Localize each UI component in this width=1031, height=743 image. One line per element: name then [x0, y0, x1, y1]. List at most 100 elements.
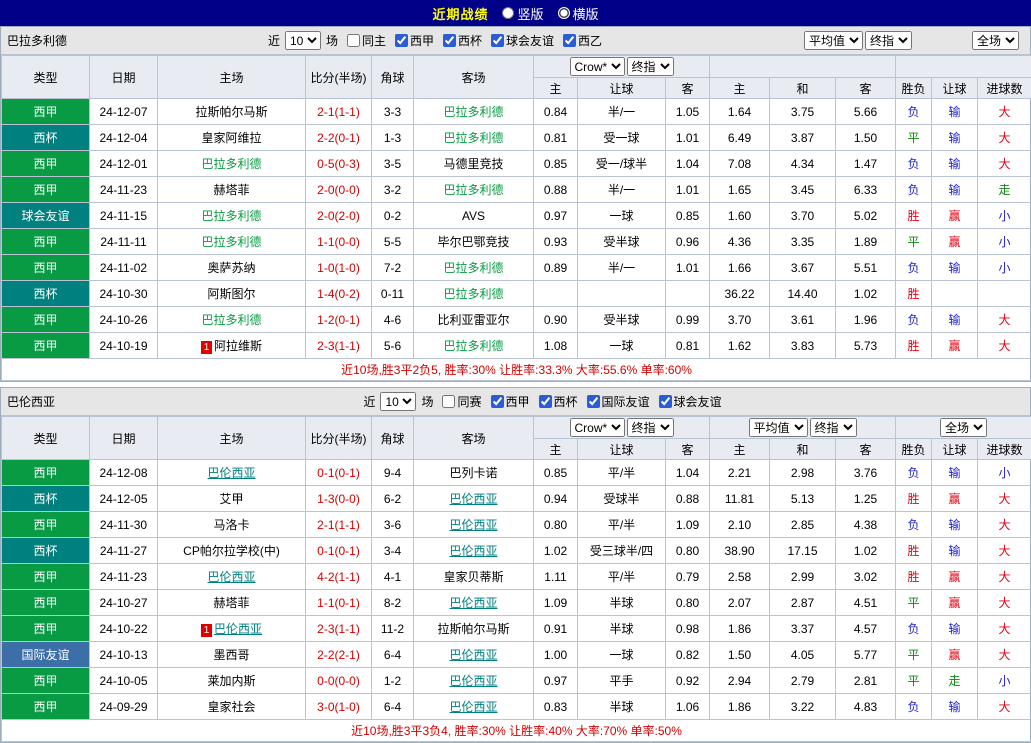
subcolumn-header: 进球数: [978, 439, 1031, 460]
odds-home-cell: 1.02: [534, 538, 578, 564]
corners-cell: 6-4: [372, 694, 414, 720]
match-row: 西甲24-11-30马洛卡2-1(1-1)3-6巴伦西亚0.80平/半1.092…: [2, 512, 1031, 538]
focus-team-link[interactable]: 巴伦西亚: [449, 648, 497, 662]
focus-team-link[interactable]: 巴伦西亚: [449, 700, 497, 714]
odds-away-cell: 1.04: [666, 460, 710, 486]
filter-checkbox-0[interactable]: 同主: [347, 32, 386, 49]
focus-team-link[interactable]: 巴拉多利德: [201, 209, 261, 223]
filter-checkbox-input-2[interactable]: [539, 395, 552, 408]
filter-checkbox-input-2[interactable]: [443, 34, 456, 47]
avg-source-select[interactable]: 平均值: [804, 31, 863, 50]
focus-team-link[interactable]: 巴伦西亚: [449, 596, 497, 610]
summary-row: 近10场,胜3平3负4, 胜率:30% 让胜率:40% 大率:70% 单率:50…: [2, 720, 1031, 742]
focus-team-link[interactable]: 巴拉多利德: [201, 235, 261, 249]
subcolumn-header: 让球: [932, 78, 978, 99]
focus-team-link[interactable]: 巴拉多利德: [201, 157, 261, 171]
filter-checkbox-3[interactable]: 国际友谊: [587, 393, 650, 410]
focus-team-link[interactable]: 巴拉多利德: [443, 105, 503, 119]
odds-home-cell: 0.93: [534, 229, 578, 255]
score-cell: 2-3(1-1): [306, 333, 372, 359]
focus-team-link[interactable]: 巴伦西亚: [449, 518, 497, 532]
filter-checkbox-input-4[interactable]: [659, 395, 672, 408]
league-type-cell: 西杯: [2, 538, 90, 564]
focus-team-link[interactable]: 巴拉多利德: [443, 287, 503, 301]
date-cell: 24-10-30: [90, 281, 158, 307]
odds-source-select[interactable]: Crow*: [570, 418, 625, 437]
page-title: 近期战绩: [432, 4, 488, 23]
focus-team-link[interactable]: 巴伦西亚: [207, 466, 255, 480]
odds-time-select[interactable]: 终指: [627, 57, 674, 76]
focus-team-link[interactable]: 巴拉多利德: [443, 131, 503, 145]
goals-result-cell: 大: [978, 99, 1031, 125]
filter-checkbox-input-1[interactable]: [395, 34, 408, 47]
away-team-cell: 巴拉多利德: [414, 125, 534, 151]
focus-team-link[interactable]: 巴伦西亚: [449, 544, 497, 558]
focus-team-link[interactable]: 巴拉多利德: [201, 313, 261, 327]
filter-checkbox-label: 西甲: [506, 393, 530, 410]
odds-away-cell: [666, 281, 710, 307]
focus-team-link[interactable]: 巴拉多利德: [443, 261, 503, 275]
odds-home-cell: 1.00: [534, 642, 578, 668]
date-cell: 24-10-05: [90, 668, 158, 694]
date-cell: 24-12-07: [90, 99, 158, 125]
avg-time-select[interactable]: 终指: [865, 31, 912, 50]
match-count-select[interactable]: 10: [285, 31, 321, 50]
date-cell: 24-11-27: [90, 538, 158, 564]
league-type-cell: 西甲: [2, 229, 90, 255]
odds-selects-cell: Crow*终指: [534, 56, 710, 78]
goals-result-cell: 小: [978, 229, 1031, 255]
scope-select[interactable]: 全场: [940, 418, 987, 437]
focus-team-link[interactable]: 巴伦西亚: [449, 674, 497, 688]
filter-checkbox-3[interactable]: 球会友谊: [491, 32, 554, 49]
avg-draw-cell: 5.13: [770, 486, 836, 512]
focus-team-link[interactable]: 巴拉多利德: [443, 339, 503, 353]
filter-checkbox-0[interactable]: 同赛: [442, 393, 481, 410]
avg-source-select[interactable]: 平均值: [749, 418, 808, 437]
avg-home-cell: 1.86: [710, 616, 770, 642]
team-section: 巴拉多利德近10场同主西甲西杯球会友谊西乙平均值终指全场类型日期主场比分(半场)…: [0, 26, 1031, 382]
filter-checkbox-4[interactable]: 西乙: [563, 32, 602, 49]
odds-handicap-cell: 平/半: [578, 512, 666, 538]
corners-cell: 9-4: [372, 460, 414, 486]
filter-checkbox-2[interactable]: 西杯: [443, 32, 482, 49]
filter-checkbox-input-0[interactable]: [347, 34, 360, 47]
horizontal-layout-radio[interactable]: [558, 7, 570, 19]
corners-cell: 6-4: [372, 642, 414, 668]
league-type-cell: 国际友谊: [2, 642, 90, 668]
vertical-layout-radio[interactable]: [502, 7, 514, 19]
home-team-cell: 巴拉多利德: [158, 151, 306, 177]
filter-checkbox-input-3[interactable]: [587, 395, 600, 408]
odds-away-cell: 0.82: [666, 642, 710, 668]
filter-checkbox-1[interactable]: 西甲: [491, 393, 530, 410]
avg-home-cell: 4.36: [710, 229, 770, 255]
focus-team-link[interactable]: 巴拉多利德: [443, 183, 503, 197]
subcolumn-header: 客: [666, 78, 710, 99]
scope-select[interactable]: 全场: [972, 31, 1019, 50]
filter-checkbox-input-1[interactable]: [491, 395, 504, 408]
filter-checkbox-4[interactable]: 球会友谊: [659, 393, 722, 410]
home-team-cell: 赫塔菲: [158, 590, 306, 616]
filter-checkbox-input-3[interactable]: [491, 34, 504, 47]
filter-checkbox-input-4[interactable]: [563, 34, 576, 47]
match-result-cell: 负: [896, 99, 932, 125]
team-name: 拉斯帕尔马斯: [195, 105, 267, 119]
filter-checkbox-2[interactable]: 西杯: [539, 393, 578, 410]
odds-source-select[interactable]: Crow*: [570, 57, 625, 76]
odds-away-cell: 0.98: [666, 616, 710, 642]
avg-time-select[interactable]: 终指: [810, 418, 857, 437]
match-count-select[interactable]: 10: [380, 392, 416, 411]
layout-option-vertical[interactable]: 竖版: [502, 4, 543, 23]
match-row: 西杯24-10-30阿斯图尔1-4(0-2)0-11巴拉多利德36.2214.4…: [2, 281, 1031, 307]
odds-away-cell: 1.01: [666, 255, 710, 281]
focus-team-link[interactable]: 巴伦西亚: [214, 622, 262, 636]
layout-option-horizontal[interactable]: 横版: [558, 4, 599, 23]
focus-team-link[interactable]: 巴伦西亚: [449, 492, 497, 506]
filter-checkbox-1[interactable]: 西甲: [395, 32, 434, 49]
corners-cell: 3-4: [372, 538, 414, 564]
filter-checkbox-label: 同赛: [457, 393, 481, 410]
filter-checkbox-input-0[interactable]: [442, 395, 455, 408]
focus-team-link[interactable]: 巴伦西亚: [207, 570, 255, 584]
odds-time-select[interactable]: 终指: [627, 418, 674, 437]
avg-home-cell: 1.64: [710, 99, 770, 125]
odds-away-cell: 0.99: [666, 307, 710, 333]
